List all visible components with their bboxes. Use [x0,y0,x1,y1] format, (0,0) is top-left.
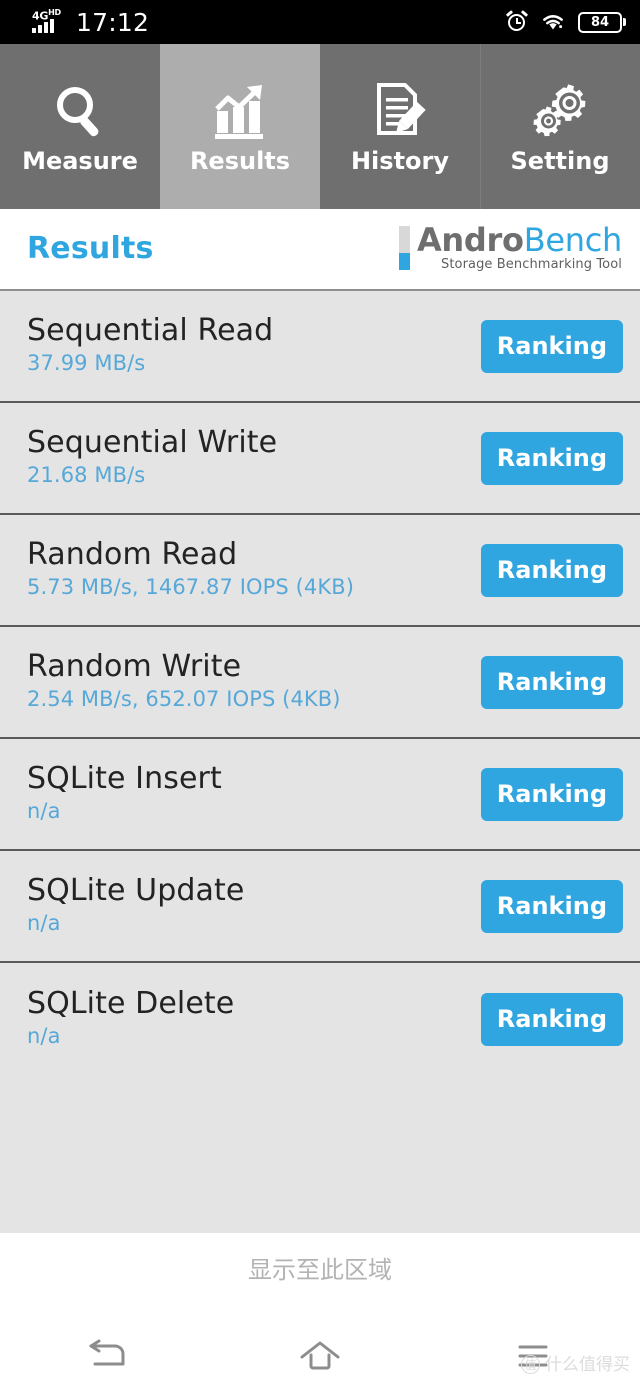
result-value: n/a [27,798,61,823]
magnifier-icon [49,81,111,143]
main-tab-bar: Measure Results History Setting [0,44,640,209]
tab-setting-label: Setting [510,146,610,175]
status-bar-right: 84 [505,10,626,33]
result-name: SQLite Insert [27,760,222,796]
ranking-button[interactable]: Ranking [480,655,623,709]
result-value: 21.68 MB/s [27,462,146,487]
tab-history-label: History [350,146,450,175]
result-value: 2.54 MB/s, 652.07 IOPS (4KB) [27,686,341,711]
page-header: Results AndroBench Storage Benchmarking … [0,209,640,289]
result-value: 37.99 MB/s [27,350,146,375]
tab-history[interactable]: History [320,44,480,209]
home-icon[interactable] [275,1331,365,1381]
results-list: Sequential Read 37.99 MB/s Ranking Seque… [0,289,640,1233]
signal-bars-icon [32,19,54,33]
tab-results-label: Results [189,146,291,175]
logo-andro: Andro [416,221,524,259]
battery-icon: 84 [578,11,626,33]
app-screen: 4GHD 17:12 84 Measure Results History Se… [0,0,640,1386]
watermark-text: 什么值得买 [545,1354,630,1375]
status-bar-left: 4GHD 17:12 [18,7,149,37]
table-row[interactable]: SQLite Update n/a Ranking [0,851,640,963]
alarm-clock-icon [505,10,529,33]
gears-icon [529,81,591,143]
table-row[interactable]: Sequential Write 21.68 MB/s Ranking [0,403,640,515]
table-row[interactable]: Random Read 5.73 MB/s, 1467.87 IOPS (4KB… [0,515,640,627]
watermark-badge: 值 [521,1355,540,1374]
ranking-button[interactable]: Ranking [480,767,623,821]
result-name: Random Write [27,648,242,684]
page-title: Results [27,231,154,266]
logo-bench: Bench [523,221,623,259]
ranking-button[interactable]: Ranking [480,879,623,933]
tab-measure[interactable]: Measure [0,44,160,209]
table-row[interactable]: SQLite Insert n/a Ranking [0,739,640,851]
result-name: Random Read [27,536,238,572]
result-name: Sequential Write [27,424,278,460]
result-name: SQLite Delete [27,985,235,1021]
document-pencil-icon [369,81,431,143]
logo-tagline: Storage Benchmarking Tool [440,257,622,272]
result-value: n/a [27,910,61,935]
signal-strength-icon: 4GHD [18,7,68,37]
result-name: SQLite Update [27,872,245,908]
result-value: 5.73 MB/s, 1467.87 IOPS (4KB) [27,574,355,599]
table-row[interactable]: Sequential Read 37.99 MB/s Ranking [0,291,640,403]
table-row[interactable]: Random Write 2.54 MB/s, 652.07 IOPS (4KB… [0,627,640,739]
bar-chart-trend-icon [209,81,271,143]
logo-wordmark: AndroBench [417,224,622,256]
ranking-button[interactable]: Ranking [480,543,623,597]
table-row[interactable]: SQLite Delete n/a Ranking [0,963,640,1075]
tab-results[interactable]: Results [160,44,320,209]
androbench-logo: AndroBench Storage Benchmarking Tool [398,224,622,274]
ranking-button[interactable]: Ranking [480,319,623,373]
result-name: Sequential Read [27,312,274,348]
battery-level-label: 84 [590,14,610,30]
display-hint-text: 显示至此区域 [248,1256,392,1284]
bottom-area: 显示至此区域 值 什么值得买 [0,1233,640,1386]
status-bar-clock: 17:12 [76,8,150,37]
logo-bar-icon [398,226,410,270]
watermark: 值 什么值得买 [521,1355,630,1374]
back-arrow-icon[interactable] [62,1331,152,1381]
ranking-button[interactable]: Ranking [480,431,623,485]
ranking-button[interactable]: Ranking [480,992,623,1046]
tab-setting[interactable]: Setting [480,44,640,209]
status-bar: 4GHD 17:12 84 [0,0,640,44]
result-value: n/a [27,1023,61,1048]
wifi-icon [541,12,565,32]
tab-measure-label: Measure [22,146,138,175]
